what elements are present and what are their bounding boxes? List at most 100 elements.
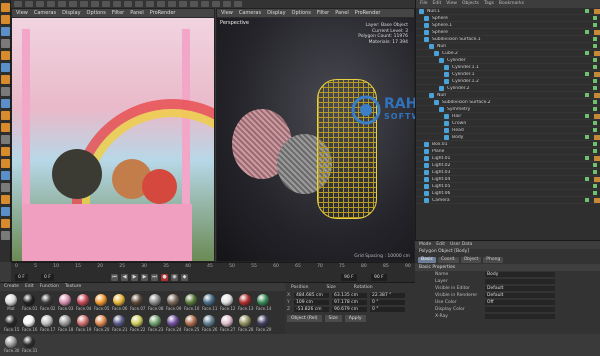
- menu-display[interactable]: Display: [62, 10, 80, 16]
- menu-texture[interactable]: Texture: [65, 284, 81, 290]
- object-row[interactable]: Light.03: [416, 169, 600, 176]
- material-tag-icon[interactable]: [594, 155, 600, 161]
- material-swatch[interactable]: Face.01: [22, 294, 37, 311]
- menu-edit[interactable]: Edit: [436, 242, 445, 248]
- object-row[interactable]: Cylinder.1.2: [416, 78, 600, 85]
- object-row[interactable]: Camera: [416, 197, 600, 204]
- visibility-check-icon[interactable]: [593, 65, 597, 69]
- material-swatch[interactable]: Face.12: [220, 294, 235, 311]
- material-swatch[interactable]: Face.31: [22, 336, 37, 353]
- attr-value-field[interactable]: Default: [485, 286, 555, 291]
- tool-icon[interactable]: [1, 135, 10, 144]
- visibility-check-icon[interactable]: [593, 142, 597, 146]
- autokey-icon[interactable]: ◉: [171, 274, 178, 281]
- object-row[interactable]: Cylinder.2: [416, 85, 600, 92]
- visibility-check-icon[interactable]: [593, 128, 597, 132]
- menu-view[interactable]: View: [446, 1, 457, 7]
- attr-value-field[interactable]: Default: [485, 293, 555, 298]
- record-icon[interactable]: ●: [161, 274, 168, 281]
- menu-mode[interactable]: Mode: [419, 242, 431, 248]
- frame-min-field[interactable]: 0 F: [41, 274, 54, 281]
- tool-icon[interactable]: [1, 183, 10, 192]
- menu-user-data[interactable]: User Data: [450, 242, 472, 248]
- tool-icon[interactable]: [1, 147, 10, 156]
- object-row[interactable]: Light.02: [416, 162, 600, 169]
- x-axis-icon[interactable]: [80, 1, 88, 7]
- material-tag-icon[interactable]: [594, 8, 600, 14]
- position-field[interactable]: -53.826 cm: [294, 307, 329, 312]
- menu-options[interactable]: Options: [292, 10, 311, 16]
- visibility-check-icon[interactable]: [585, 9, 589, 13]
- frame-start-field[interactable]: 0 F: [15, 274, 28, 281]
- object-row[interactable]: Subdivision Surface.2: [416, 99, 600, 106]
- material-swatch[interactable]: Face.30: [4, 336, 19, 353]
- menu-panel[interactable]: Panel: [335, 10, 349, 16]
- next-key-icon[interactable]: ▶: [141, 274, 148, 281]
- object-row[interactable]: Light.06: [416, 190, 600, 197]
- light-icon[interactable]: [234, 1, 242, 7]
- material-swatch[interactable]: Face.03: [58, 294, 73, 311]
- material-swatch[interactable]: Face.21: [112, 315, 127, 332]
- menu-view[interactable]: View: [221, 10, 233, 16]
- menu-prorender[interactable]: ProRender: [150, 10, 176, 16]
- prev-key-icon[interactable]: ◀: [121, 274, 128, 281]
- menu-cameras[interactable]: Cameras: [239, 10, 261, 16]
- object-row[interactable]: Body: [416, 134, 600, 141]
- visibility-check-icon[interactable]: [585, 135, 589, 139]
- material-swatch[interactable]: Face.10: [184, 294, 199, 311]
- coord-mode-dropdown[interactable]: Object (Rel): [287, 315, 322, 322]
- menu-function[interactable]: Function: [40, 284, 59, 290]
- material-swatch[interactable]: Face.18: [58, 315, 73, 332]
- object-row[interactable]: Light.05: [416, 183, 600, 190]
- tool-icon[interactable]: [1, 63, 10, 72]
- y-axis-icon[interactable]: [91, 1, 99, 7]
- play-icon[interactable]: ▶: [131, 274, 138, 281]
- material-swatch[interactable]: Mat: [4, 294, 18, 311]
- object-row[interactable]: Light.01: [416, 155, 600, 162]
- z-axis-icon[interactable]: [102, 1, 110, 7]
- attr-value-field[interactable]: [485, 279, 555, 284]
- visibility-check-icon[interactable]: [593, 16, 597, 20]
- visibility-check-icon[interactable]: [593, 86, 597, 90]
- material-tag-icon[interactable]: [594, 50, 600, 56]
- menu-panel[interactable]: Panel: [130, 10, 144, 16]
- visibility-check-icon[interactable]: [593, 107, 597, 111]
- render-settings-icon[interactable]: [146, 1, 154, 7]
- material-swatch[interactable]: Face.22: [130, 315, 145, 332]
- attr-value-field[interactable]: Off: [485, 300, 555, 305]
- frame-end-field[interactable]: 90 F: [371, 274, 387, 281]
- visibility-check-icon[interactable]: [593, 184, 597, 188]
- material-swatch[interactable]: Face.19: [76, 315, 91, 332]
- object-row[interactable]: Null: [416, 43, 600, 50]
- tool-icon[interactable]: [1, 3, 10, 12]
- attr-value-field[interactable]: [485, 314, 555, 319]
- material-tag-icon[interactable]: [594, 29, 600, 35]
- tool-icon[interactable]: [1, 159, 10, 168]
- tool-icon[interactable]: [1, 195, 10, 204]
- keyframe-icon[interactable]: ◆: [181, 274, 188, 281]
- material-swatch[interactable]: Face.09: [166, 294, 181, 311]
- scale-icon[interactable]: [58, 1, 66, 7]
- material-tag-icon[interactable]: [594, 113, 600, 119]
- object-row[interactable]: Plane: [416, 148, 600, 155]
- tool-icon[interactable]: [1, 111, 10, 120]
- material-tag-icon[interactable]: [594, 197, 600, 203]
- visibility-check-icon[interactable]: [585, 156, 589, 160]
- material-swatch[interactable]: Face.17: [40, 315, 55, 332]
- object-row[interactable]: Head: [416, 127, 600, 134]
- object-row[interactable]: Light.04: [416, 176, 600, 183]
- object-row[interactable]: Cylinder.1.1: [416, 64, 600, 71]
- tool-icon[interactable]: [1, 87, 10, 96]
- material-swatch[interactable]: Face.06: [112, 294, 127, 311]
- visibility-check-icon[interactable]: [593, 163, 597, 167]
- material-swatch[interactable]: Face.08: [148, 294, 163, 311]
- render-view-icon[interactable]: [135, 1, 143, 7]
- material-swatch[interactable]: Face.24: [166, 315, 181, 332]
- menu-filter[interactable]: Filter: [317, 10, 329, 16]
- visibility-check-icon[interactable]: [585, 72, 589, 76]
- viewport-perspective[interactable]: View Cameras Display Options Filter Pane…: [216, 8, 415, 262]
- material-tag-icon[interactable]: [594, 92, 600, 98]
- material-swatch[interactable]: Face.16: [22, 315, 37, 332]
- material-swatch[interactable]: Face.20: [94, 315, 109, 332]
- menu-filter[interactable]: Filter: [112, 10, 124, 16]
